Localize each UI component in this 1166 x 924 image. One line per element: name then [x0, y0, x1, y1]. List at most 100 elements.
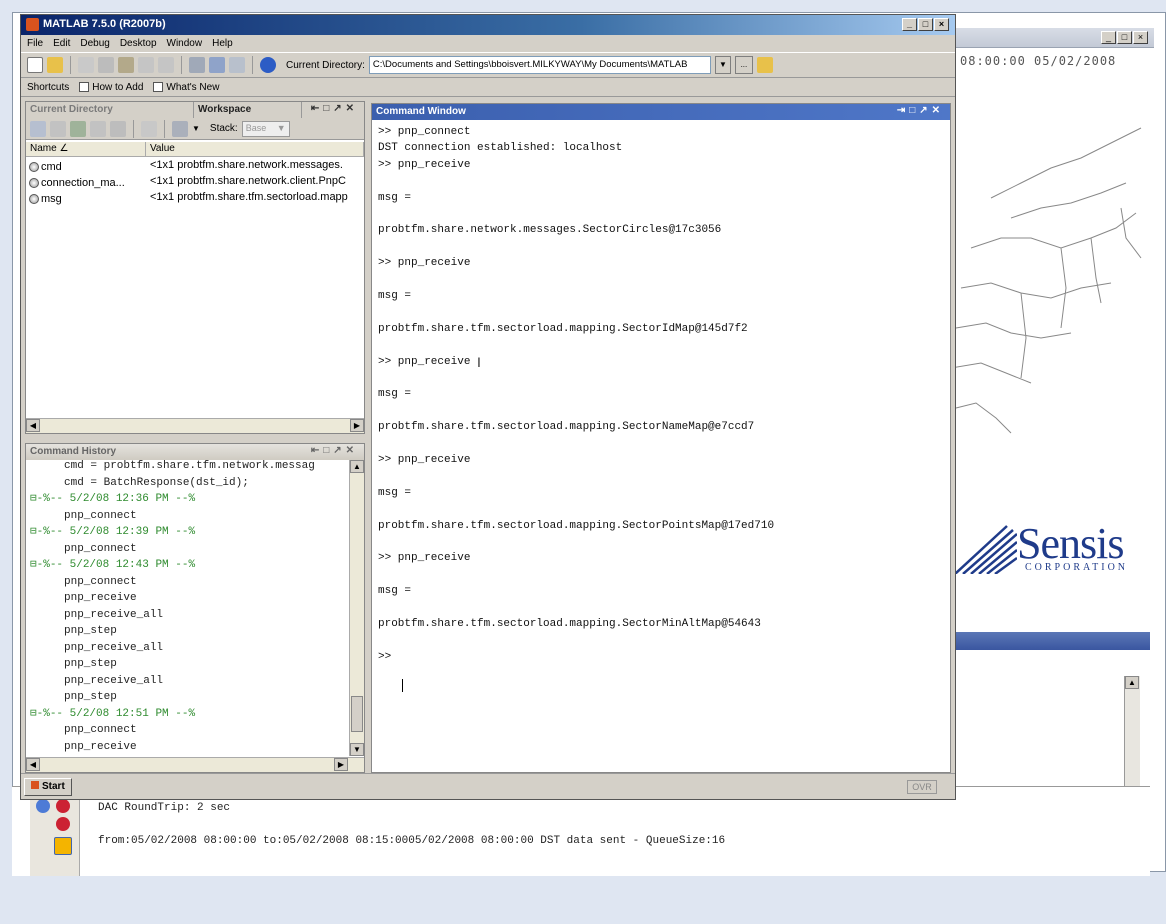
tab-workspace[interactable]: Workspace	[194, 102, 302, 118]
shortcut-how-to-add[interactable]: How to Add	[79, 82, 143, 93]
menu-debug[interactable]: Debug	[80, 38, 109, 49]
plot-icon[interactable]	[172, 120, 188, 137]
scrollbar-thumb[interactable]	[351, 696, 363, 732]
history-command[interactable]: pnp_connect	[64, 722, 137, 739]
history-command[interactable]: pnp_step	[64, 689, 117, 706]
redo-icon[interactable]	[158, 57, 174, 73]
sensis-corporation-text: CORPORATION	[1025, 562, 1129, 573]
toolbar-separator	[252, 56, 253, 74]
open-folder-icon[interactable]	[47, 57, 63, 73]
menu-help[interactable]: Help	[212, 38, 233, 49]
history-command[interactable]: pnp_receive_all	[64, 673, 163, 690]
menu-window[interactable]: Window	[167, 38, 203, 49]
browse-button[interactable]: ...	[734, 56, 753, 74]
matlab-logo-icon	[26, 18, 39, 31]
history-command[interactable]: pnp_connect	[64, 574, 137, 591]
menu-bar: File Edit Debug Desktop Window Help	[21, 35, 955, 51]
panel-controls[interactable]: ⇤□↗✕	[311, 445, 358, 456]
vertical-scrollbar[interactable]: ▲ ▼	[349, 460, 364, 756]
toolbar-separator	[164, 119, 165, 138]
new-file-icon[interactable]	[27, 57, 43, 73]
history-session-header[interactable]: ⊟-%-- 5/2/08 12:51 PM --%	[30, 706, 195, 723]
maximize-button[interactable]: □	[918, 18, 933, 31]
cut-icon[interactable]	[78, 57, 94, 73]
map-timestamp: 08:00:00 05/02/2008	[960, 54, 1117, 68]
delete-icon[interactable]	[141, 120, 157, 137]
simulink-icon[interactable]	[189, 57, 205, 73]
history-command[interactable]: pnp_step	[64, 623, 117, 640]
matlab-titlebar[interactable]: MATLAB 7.5.0 (R2007b) _ □ ×	[21, 15, 955, 35]
save-icon[interactable]	[90, 120, 106, 137]
print-icon[interactable]	[110, 120, 126, 137]
history-command[interactable]: pnp_receive	[64, 739, 137, 756]
overwrite-indicator: OVR	[907, 780, 937, 794]
history-command[interactable]: pnp_receive	[64, 590, 137, 607]
command-window-titlebar[interactable]: Command Window ⇥□↗✕	[372, 104, 950, 120]
command-prompt-line: >> pnp_receive	[378, 257, 471, 270]
status-toolbar	[30, 793, 80, 876]
command-window-output[interactable]: >> pnp_connect DST connection established…	[372, 122, 950, 772]
shortcuts-label: Shortcuts	[27, 82, 70, 93]
stack-select[interactable]: Base ▼	[241, 120, 290, 137]
history-command[interactable]: cmd = probtfm.share.tfm.network.messag	[64, 458, 315, 475]
paste-icon[interactable]	[118, 57, 134, 73]
current-directory-input[interactable]: C:\Documents and Settings\bboisvert.MILK…	[368, 56, 711, 74]
history-command[interactable]: pnp_receive_all	[64, 640, 163, 657]
history-command[interactable]: pnp_receive_all	[64, 607, 163, 624]
help-icon[interactable]	[36, 799, 50, 813]
menu-desktop[interactable]: Desktop	[120, 38, 157, 49]
chevron-down-icon[interactable]: ▼	[714, 56, 731, 74]
maximize-button[interactable]: □	[1117, 31, 1132, 44]
minimize-button[interactable]: _	[902, 18, 917, 31]
table-row[interactable]: connection_ma... <1x1 probtfm.share.netw…	[26, 175, 364, 191]
profiler-icon[interactable]	[229, 57, 245, 73]
import-data-icon[interactable]	[70, 120, 86, 137]
menu-file[interactable]: File	[27, 38, 43, 49]
folder-up-icon[interactable]	[756, 57, 773, 73]
shortcut-whats-new[interactable]: What's New	[153, 82, 219, 93]
table-row[interactable]: cmd <1x1 probtfm.share.network.messages.	[26, 159, 364, 175]
tab-current-directory[interactable]: Current Directory	[26, 102, 194, 118]
current-directory-label: Current Directory:	[286, 59, 365, 71]
copy-icon[interactable]	[98, 57, 114, 73]
record-icon[interactable]	[56, 817, 70, 831]
history-session-header[interactable]: ⊟-%-- 5/2/08 12:36 PM --%	[30, 491, 195, 508]
command-prompt-line: >> pnp_receive	[378, 454, 471, 466]
history-command[interactable]: cmd = BatchResponse(dst_id);	[64, 475, 249, 492]
table-row[interactable]: msg <1x1 probtfm.share.tfm.sectorload.ma…	[26, 191, 364, 207]
command-history-panel: Command History ⇤□↗✕ cmd = probtfm.share…	[25, 443, 365, 773]
panel-controls[interactable]: ⇤□↗✕	[311, 103, 358, 114]
window-title: MATLAB 7.5.0 (R2007b)	[43, 18, 166, 30]
command-output-line: probtfm.share.network.messages.SectorCir…	[378, 224, 722, 237]
minimize-button[interactable]: _	[1101, 31, 1116, 44]
toolbar-separator	[133, 119, 134, 138]
close-button[interactable]: ×	[934, 18, 949, 31]
horizontal-scrollbar[interactable]: ◀ ▶	[26, 418, 364, 433]
help-icon[interactable]	[260, 57, 276, 73]
command-history-list: cmd = probtfm.share.tfm.network.messag cm…	[30, 458, 348, 756]
column-value[interactable]: Value	[146, 142, 364, 156]
settings-icon[interactable]	[54, 837, 72, 855]
menu-edit[interactable]: Edit	[53, 38, 70, 49]
column-name[interactable]: Name ∠	[26, 142, 146, 156]
history-session-header[interactable]: ⊟-%-- 5/2/08 12:39 PM --%	[30, 524, 195, 541]
panel-controls[interactable]: ⇥□↗✕	[897, 105, 944, 116]
command-output-line: msg =	[378, 290, 412, 302]
horizontal-scrollbar[interactable]: ◀ ▶	[26, 757, 364, 772]
command-output-line: msg =	[378, 486, 412, 499]
chevron-down-icon[interactable]: ▼	[192, 124, 200, 133]
open-variable-icon[interactable]	[50, 120, 66, 137]
history-command[interactable]: pnp_connect	[64, 508, 137, 525]
close-button[interactable]: ×	[1133, 31, 1148, 44]
history-command[interactable]: pnp_connect	[64, 541, 137, 558]
new-variable-icon[interactable]	[30, 120, 46, 137]
start-button[interactable]: Start	[24, 778, 72, 796]
command-prompt-line: >>	[378, 650, 398, 663]
stop-icon[interactable]	[56, 799, 70, 813]
command-output-line: probtfm.share.tfm.sectorload.mapping.Sec…	[378, 322, 748, 335]
guide-icon[interactable]	[209, 57, 225, 73]
history-command[interactable]: pnp_step	[64, 656, 117, 673]
command-output-line: probtfm.share.tfm.sectorload.mapping.Sec…	[378, 421, 755, 434]
undo-icon[interactable]	[138, 57, 154, 73]
history-session-header[interactable]: ⊟-%-- 5/2/08 12:43 PM --%	[30, 557, 195, 574]
